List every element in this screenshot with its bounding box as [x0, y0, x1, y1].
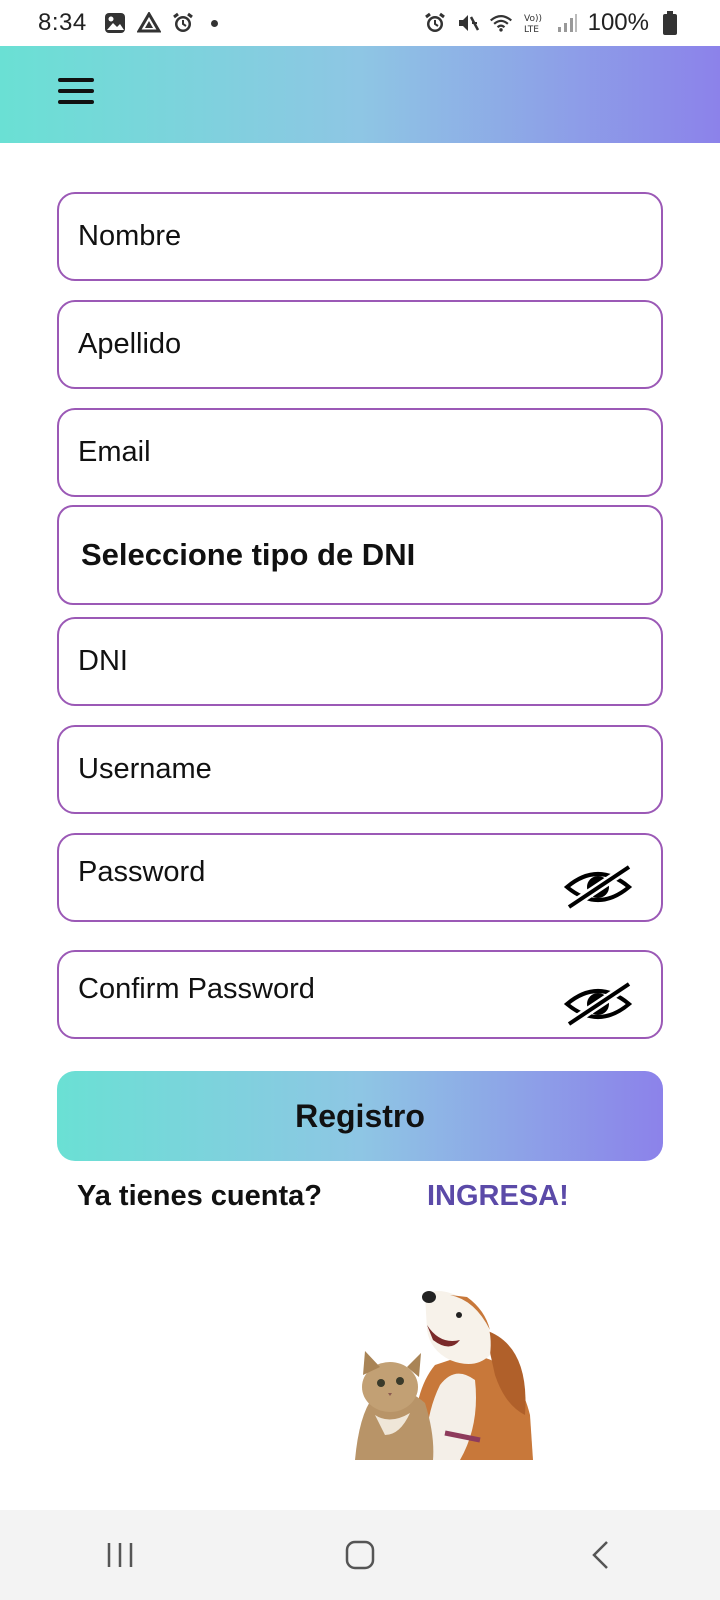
email-field[interactable]: Email — [57, 408, 663, 497]
pets-illustration — [355, 1285, 535, 1460]
back-icon[interactable] — [570, 1525, 630, 1585]
drive-icon — [136, 11, 161, 35]
nombre-placeholder: Nombre — [78, 220, 182, 252]
svg-text:Vo)): Vo)) — [524, 14, 542, 24]
status-left: 8:34 — [38, 9, 218, 37]
app-header — [0, 46, 720, 143]
alarm-icon — [171, 11, 195, 35]
login-row: Ya tienes cuenta? INGRESA! — [77, 1180, 637, 1220]
email-placeholder: Email — [78, 436, 151, 468]
recents-icon[interactable] — [90, 1525, 150, 1585]
hamburger-menu-icon[interactable] — [58, 78, 94, 108]
confirm-password-field[interactable]: Confirm Password — [57, 950, 663, 1039]
notification-dot — [210, 19, 218, 27]
apellido-field[interactable]: Apellido — [57, 300, 663, 389]
battery-level: 100% — [587, 9, 649, 36]
nombre-field[interactable]: Nombre — [57, 192, 663, 281]
wifi-icon — [489, 11, 513, 35]
dni-type-select[interactable]: Seleccione tipo de DNI — [57, 505, 663, 605]
battery-icon — [658, 11, 682, 35]
register-button-label: Registro — [295, 1097, 425, 1134]
apellido-placeholder: Apellido — [78, 328, 182, 360]
image-icon — [103, 11, 127, 35]
username-placeholder: Username — [78, 753, 212, 785]
alarm-icon — [423, 11, 447, 35]
dni-field[interactable]: DNI — [57, 617, 663, 706]
home-icon[interactable] — [330, 1525, 390, 1585]
dni-type-label: Seleccione tipo de DNI — [81, 537, 416, 572]
status-bar: 8:34 Vo)) LTE 100% — [0, 0, 720, 46]
system-nav-bar — [0, 1510, 720, 1600]
eye-slash-icon[interactable] — [563, 980, 633, 1028]
status-right: Vo)) LTE 100% — [423, 9, 682, 37]
mute-icon — [456, 11, 480, 35]
username-field[interactable]: Username — [57, 725, 663, 814]
password-field[interactable]: Password — [57, 833, 663, 922]
have-account-text: Ya tienes cuenta? — [77, 1180, 322, 1212]
register-button[interactable]: Registro — [57, 1071, 663, 1161]
volte-icon: Vo)) LTE — [522, 11, 546, 35]
svg-text:LTE: LTE — [524, 25, 539, 35]
eye-slash-icon[interactable] — [563, 863, 633, 911]
signal-icon — [555, 11, 579, 35]
login-link[interactable]: INGRESA! — [427, 1180, 569, 1213]
status-time: 8:34 — [38, 9, 87, 36]
dni-placeholder: DNI — [78, 645, 128, 677]
